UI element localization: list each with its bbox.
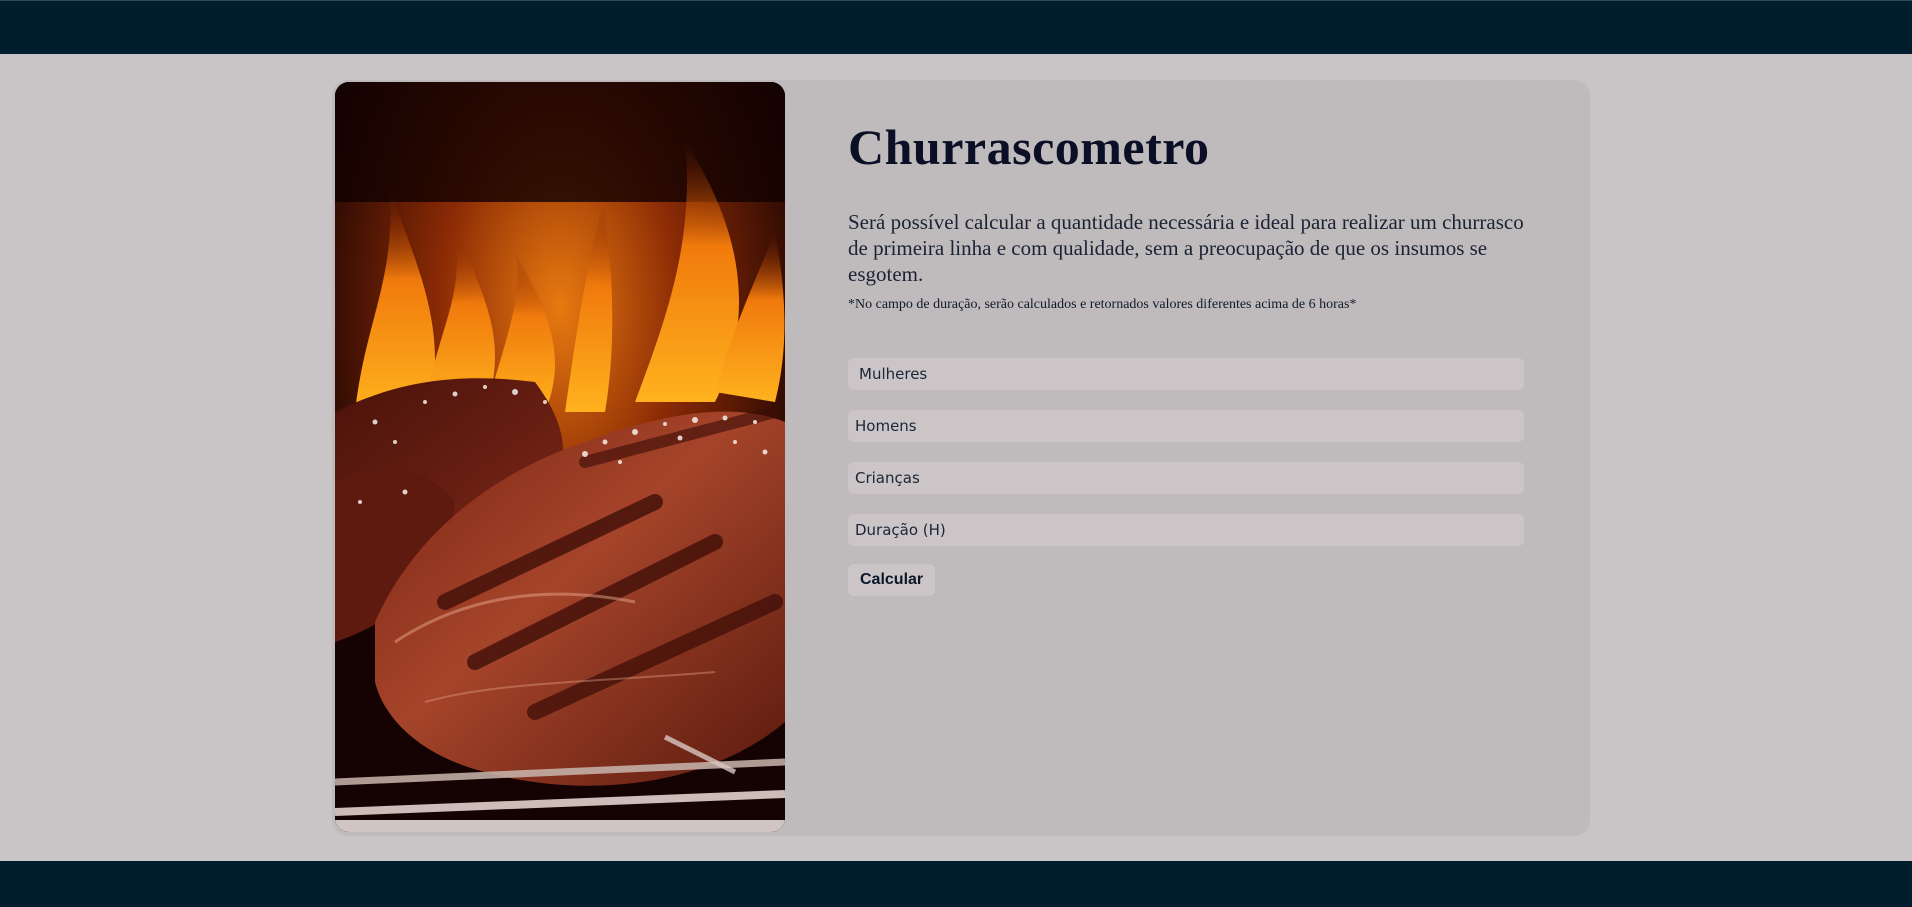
top-bar [0,0,1912,54]
calculate-button[interactable]: Calcular [848,564,936,596]
men-input[interactable] [848,410,1524,442]
content-panel: Churrascometro Será possível calcular a … [848,120,1528,596]
women-input[interactable] [848,358,1524,390]
bottom-bar [0,861,1912,907]
steak-image-icon [335,82,785,832]
duration-note: *No campo de duração, serão calculados e… [848,297,1357,312]
page-description: Será possível calcular a quantidade nece… [848,210,1524,286]
grilled-steak-photo [335,82,785,832]
duration-input[interactable] [848,514,1524,546]
page-title: Churrascometro [848,119,1210,175]
main-card: Churrascometro Será possível calcular a … [332,80,1590,836]
children-input[interactable] [848,462,1524,494]
churrasco-form: Calcular [848,358,1524,596]
